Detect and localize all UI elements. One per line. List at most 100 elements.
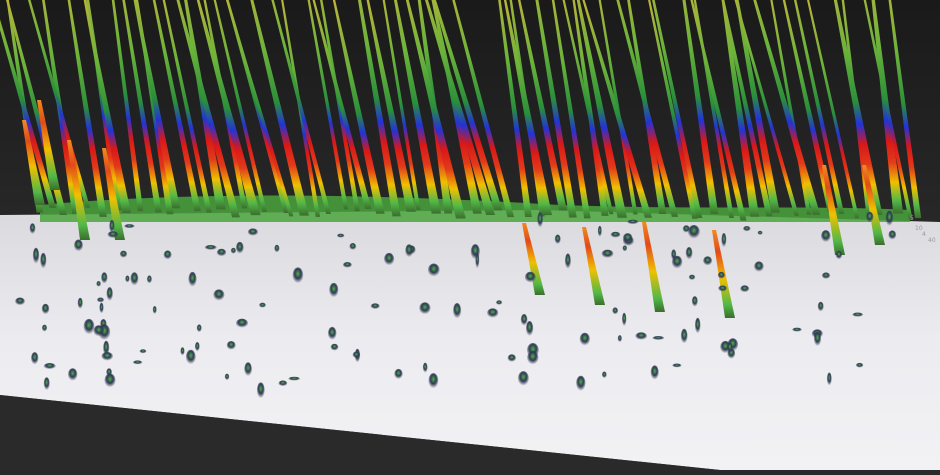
surface-bump — [428, 263, 440, 277]
surface-bump — [610, 231, 621, 238]
surface-bump — [292, 267, 304, 284]
surface-bump — [419, 302, 431, 315]
surface-bump — [453, 303, 462, 319]
surface-bump — [518, 371, 529, 386]
surface-bump — [671, 249, 677, 261]
surface-bump — [537, 212, 543, 228]
surface-bump — [888, 230, 897, 240]
surface-bump — [43, 363, 56, 370]
surface-bump — [41, 324, 48, 332]
surface-bump — [330, 343, 339, 351]
surface-bump — [672, 363, 682, 368]
surface-bump — [288, 376, 301, 381]
surface-bump — [635, 332, 647, 340]
surface-bump — [622, 233, 633, 244]
surface-bump — [612, 307, 619, 315]
surface-bump — [74, 239, 83, 252]
surface-bump — [597, 225, 602, 237]
surface-bump — [835, 250, 843, 260]
surface-bump — [68, 368, 78, 381]
surface-bump — [224, 373, 230, 381]
surface-bump — [139, 349, 147, 354]
surface-bump — [247, 228, 258, 236]
surface-bump — [576, 375, 586, 391]
surface-bump — [554, 234, 561, 245]
surface-bump — [394, 368, 403, 380]
surface-bump — [627, 219, 639, 225]
surface-bump — [579, 332, 590, 346]
surface-bump — [855, 362, 864, 368]
surface-bump — [96, 281, 101, 287]
surface-bump — [185, 349, 196, 365]
surface-bump — [41, 303, 50, 315]
surface-bump — [342, 262, 352, 268]
surface-bump — [93, 325, 105, 337]
surface-bump — [601, 249, 614, 258]
surface-bump — [680, 328, 688, 344]
surface-bump — [259, 302, 266, 308]
surface-bump — [370, 303, 380, 310]
surface-bump — [104, 373, 116, 388]
surface-bump — [885, 210, 894, 226]
surface-bump — [718, 285, 727, 292]
surface-bump — [826, 372, 832, 386]
surface-bump — [163, 250, 172, 260]
surface-bump — [204, 245, 217, 250]
surface-bump — [216, 248, 227, 257]
surface-plot-canvas[interactable]: 5 10 4 40 — [0, 0, 940, 475]
surface-bump — [99, 302, 104, 314]
surface-bump — [235, 241, 244, 254]
surface-bump — [405, 244, 413, 258]
surface-bump — [384, 252, 395, 266]
surface-bump — [817, 301, 824, 312]
surface-bump — [152, 306, 157, 314]
surface-bump — [226, 341, 236, 350]
surface-bump — [274, 244, 280, 253]
surface-bump — [124, 224, 135, 229]
surface-bump — [256, 382, 265, 399]
surface-bump — [29, 223, 36, 235]
surface-bump — [622, 312, 627, 327]
surface-bump — [694, 317, 701, 334]
surface-bump — [213, 289, 225, 301]
surface-bump — [520, 314, 528, 326]
surface-bump — [278, 380, 288, 387]
axis-tick-4: 40 — [928, 237, 936, 244]
surface-bump — [106, 287, 113, 301]
surface-bump — [622, 245, 628, 252]
surface-bump — [813, 331, 822, 347]
surface-bump — [130, 272, 139, 286]
surface-bump — [101, 272, 108, 284]
axis-tick-3: 4 — [922, 231, 926, 238]
surface-bump — [821, 272, 831, 280]
surface-bump — [119, 250, 128, 258]
surface-bump — [15, 297, 25, 306]
surface-bump — [496, 300, 503, 305]
surface-bump — [32, 247, 40, 264]
surface-bump — [428, 373, 439, 389]
surface-bump — [109, 219, 115, 234]
surface-bump — [43, 377, 50, 391]
surface-bump — [617, 335, 622, 343]
surface-bump — [792, 327, 802, 332]
surface-bump — [188, 271, 197, 287]
surface-bump — [688, 225, 700, 239]
surface-bump — [507, 354, 516, 362]
surface-bump — [688, 274, 696, 280]
surface-bump — [236, 318, 248, 328]
surface-bump — [97, 297, 104, 303]
surface-bump — [244, 362, 253, 377]
plot-viewport[interactable]: 5 10 4 40 — [0, 0, 940, 475]
surface-bump — [743, 226, 751, 232]
surface-bump — [422, 362, 428, 373]
surface-bump — [685, 247, 693, 260]
surface-bump — [107, 231, 119, 239]
surface-bump — [691, 296, 698, 307]
surface-bump — [652, 336, 665, 340]
surface-bump — [757, 230, 763, 235]
surface-bump — [77, 297, 83, 309]
surface-bump — [821, 230, 831, 243]
surface-bump — [349, 243, 357, 250]
surface-bump — [717, 271, 726, 279]
surface-bump — [230, 247, 236, 254]
